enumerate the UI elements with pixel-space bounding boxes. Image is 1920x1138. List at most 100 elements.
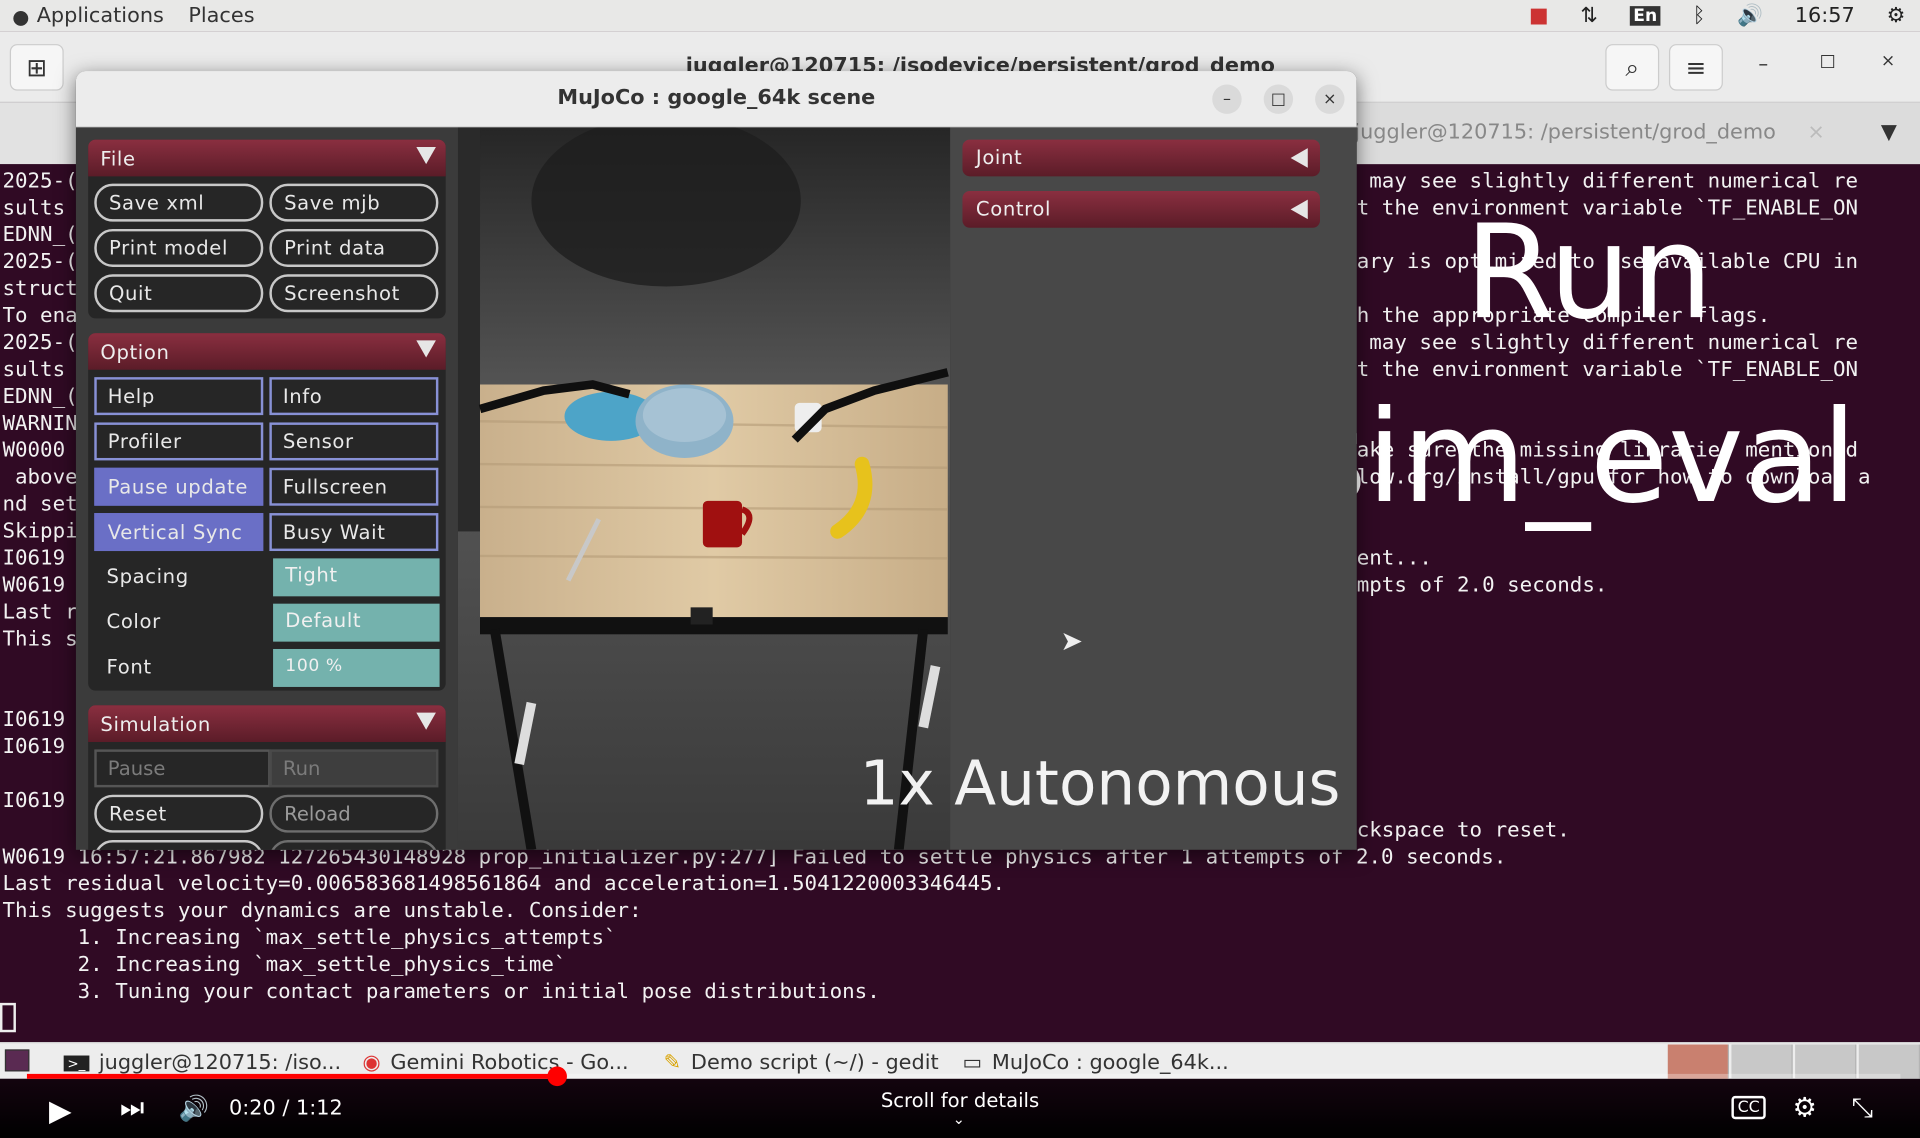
terminal-line: EDNN_( [2, 222, 78, 248]
screen-record-icon[interactable]: ■ [1529, 4, 1549, 28]
video-progress-bar[interactable] [26, 1066, 1901, 1087]
simulation-section-header[interactable]: Simulation [88, 705, 446, 743]
terminal-reset-line: ckspace to reset. [1356, 817, 1570, 843]
option-section-header[interactable]: Option [88, 333, 446, 370]
sensor-toggle[interactable]: Sensor [269, 422, 439, 461]
applications-menu[interactable]: ● Applications [12, 4, 164, 28]
captions-icon[interactable]: CC [1731, 1095, 1766, 1120]
terminal-menu-button[interactable]: ≡ [1668, 44, 1723, 91]
maximize-icon: □ [1270, 90, 1286, 109]
info-toggle[interactable]: Info [269, 377, 439, 416]
help-toggle[interactable]: Help [94, 377, 264, 416]
mujoco-minimize-button[interactable]: – [1212, 84, 1242, 114]
pause-button[interactable]: Pause [94, 749, 271, 788]
simulation-section: Simulation Pause Run Reset Reload [88, 705, 446, 850]
video-scrubber[interactable] [547, 1066, 567, 1087]
mujoco-close-button[interactable]: × [1315, 84, 1345, 114]
fullscreen-toggle[interactable]: Fullscreen [269, 467, 439, 506]
bluetooth-icon[interactable]: ᛒ [1693, 4, 1705, 28]
places-menu[interactable]: Places [188, 4, 254, 28]
minimize-icon: – [1222, 90, 1231, 109]
pencil-icon: ✎ [663, 1050, 682, 1076]
control-section-header[interactable]: Control [962, 191, 1321, 228]
terminal-line: sults [2, 357, 66, 383]
simulation-viewport[interactable] [457, 127, 951, 850]
system-top-bar: ● Applications Places ■ ⇅ En ᛒ 🔊 16:57 ⚙ [0, 0, 1920, 32]
terminal-line: Last r [2, 600, 78, 625]
chevron-down-icon[interactable]: ⌄ [953, 1111, 965, 1128]
terminal-line: above [2, 465, 78, 490]
terminal-search-button[interactable]: ⌕ [1605, 44, 1660, 91]
profiler-toggle[interactable]: Profiler [94, 422, 264, 461]
video-controls: ▶ ⏭ 🔊 0:20 / 1:12 Scroll for details ⌄ C… [0, 1078, 1920, 1138]
quit-button[interactable]: Quit [94, 274, 264, 313]
mujoco-title-bar[interactable]: MuJoCo : google_64k scene – □ × [75, 71, 1357, 128]
run-button[interactable]: Run [269, 749, 439, 788]
new-tab-icon: ⊞ [26, 52, 47, 83]
search-icon: ⌕ [1625, 52, 1640, 83]
terminal-line: 3. Tuning your contact parameters or ini… [2, 979, 880, 1005]
tab-close-icon[interactable]: × [1807, 120, 1824, 144]
color-select[interactable]: Default [273, 603, 440, 642]
language-indicator[interactable]: En [1629, 6, 1661, 26]
terminal-line: struct [2, 276, 78, 302]
scroll-hint[interactable]: Scroll for details [0, 1089, 1920, 1112]
terminal-tab-2-label: juggler@120715: /persistent/grod_demo [1354, 120, 1776, 145]
exit-fullscreen-icon[interactable]: ⤡ [1851, 1093, 1873, 1124]
show-desktop-icon[interactable] [4, 1049, 30, 1072]
terminal-line: 2025-( [2, 330, 78, 356]
expand-triangle-icon [1290, 199, 1308, 220]
terminal-line: nd set [2, 492, 78, 517]
clock[interactable]: 16:57 [1795, 4, 1855, 28]
terminal-line: t the environment variable `TF_ENABLE_ON [1356, 357, 1859, 383]
terminal-output-left: 2025-(sults EDNN_(2025-(struct To ena 2025-… [2, 168, 77, 815]
terminal-line: 2. Increasing `max_settle_physics_time` [2, 952, 567, 978]
vertical-sync-toggle[interactable]: Vertical Sync [94, 513, 264, 552]
settings-gear-icon[interactable]: ⚙ [1887, 4, 1906, 28]
save-xml-button[interactable]: Save xml [94, 183, 264, 222]
spacing-label: Spacing [106, 564, 189, 588]
tab-dropdown-icon[interactable]: ▼ [1881, 120, 1897, 144]
mujoco-right-panel: Joint Control ➤ [950, 127, 1357, 850]
mujoco-maximize-button[interactable]: □ [1263, 84, 1294, 114]
file-section-header[interactable]: File [88, 139, 446, 177]
terminal-line: W0000 [2, 438, 66, 463]
joint-section-header[interactable]: Joint [962, 139, 1321, 177]
video-progress-played [26, 1073, 558, 1079]
maximize-icon[interactable]: □ [1820, 51, 1836, 71]
terminal-line: Skippi [2, 519, 78, 544]
print-model-button[interactable]: Print model [94, 228, 264, 267]
overlay-sim-eval-text: sim_eval [1300, 382, 1858, 532]
font-select[interactable]: 100 % [273, 648, 440, 687]
terminal-icon: >_ [63, 1054, 90, 1071]
file-section: File Save xml Save mjb Print model Print… [88, 139, 446, 319]
terminal-tab-2[interactable]: juggler@120715: /persistent/grod_demo × … [1346, 102, 1920, 165]
reset-button[interactable]: Reset [94, 794, 264, 833]
busy-wait-toggle[interactable]: Busy Wait [269, 513, 439, 552]
minimize-icon[interactable]: – [1758, 51, 1768, 74]
close-icon: × [1323, 90, 1337, 109]
reload-button[interactable]: Reload [269, 794, 439, 833]
network-transfer-icon[interactable]: ⇅ [1580, 4, 1597, 28]
expand-triangle-icon [1290, 148, 1308, 168]
terminal-line: 2025-( [2, 249, 78, 275]
new-tab-button[interactable]: ⊞ [9, 44, 64, 91]
screenshot-button[interactable]: Screenshot [269, 274, 439, 313]
settings-icon[interactable]: ⚙ [1793, 1093, 1817, 1124]
save-mjb-button[interactable]: Save mjb [269, 183, 439, 222]
terminal-line: I0619 [2, 707, 66, 733]
terminal-line: I0619 [2, 788, 66, 814]
overlay-run-text: Run [1464, 197, 1714, 348]
spacing-select[interactable]: Tight [273, 558, 440, 597]
hidden-row-button-2[interactable] [269, 840, 439, 850]
volume-icon[interactable]: 🔊 [1737, 4, 1763, 28]
terminal-line: may see slightly different numerical re [1356, 168, 1859, 194]
pause-update-toggle[interactable]: Pause update [94, 467, 264, 506]
close-icon[interactable]: × [1881, 51, 1895, 71]
hidden-row-button[interactable] [94, 840, 264, 850]
print-data-button[interactable]: Print data [269, 228, 439, 267]
terminal-line: W0619 [2, 573, 66, 598]
scene-render [457, 127, 951, 850]
terminal-line: WARNIN [2, 411, 78, 436]
